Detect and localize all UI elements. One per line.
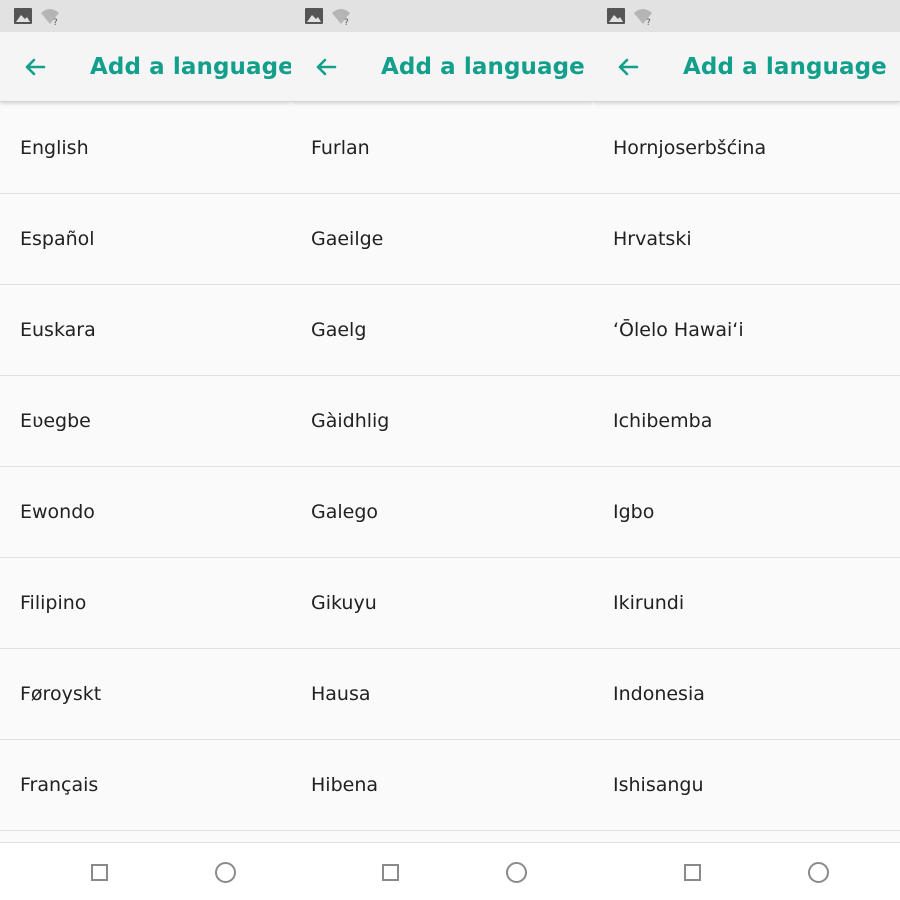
language-item[interactable]: Français bbox=[0, 740, 291, 831]
language-item[interactable]: Gàidhlig bbox=[291, 376, 593, 467]
language-item[interactable]: Igbo bbox=[593, 467, 900, 558]
image-icon bbox=[607, 8, 625, 24]
home-circle-icon[interactable] bbox=[506, 862, 527, 883]
language-label: Igbo bbox=[613, 501, 655, 523]
language-label: Gàidhlig bbox=[311, 410, 390, 432]
language-label: Gaelg bbox=[311, 319, 367, 341]
app-bar: Add a language bbox=[291, 32, 593, 102]
language-item[interactable]: Español bbox=[0, 194, 291, 285]
language-label: Hibena bbox=[311, 774, 379, 796]
home-circle-icon[interactable] bbox=[808, 862, 829, 883]
arrow-left-icon[interactable] bbox=[311, 52, 341, 82]
recents-square-icon[interactable] bbox=[91, 864, 108, 881]
language-label: English bbox=[20, 137, 89, 159]
navigation-bar bbox=[0, 842, 291, 900]
language-label: Ewondo bbox=[20, 501, 95, 523]
status-bar: ? bbox=[291, 0, 593, 32]
page-title: Add a language bbox=[683, 54, 887, 80]
language-label: Español bbox=[20, 228, 95, 250]
language-item[interactable]: Hrvatski bbox=[593, 194, 900, 285]
language-item[interactable]: Ichibemba bbox=[593, 376, 900, 467]
language-list: Hornjoserbšćina Hrvatski ʻŌlelo Hawaiʻi … bbox=[593, 103, 900, 831]
language-label: Ishisangu bbox=[613, 774, 704, 796]
language-label: Gaeilge bbox=[311, 228, 384, 250]
app-bar: Add a language bbox=[0, 32, 291, 102]
screen-panel-2: ? Add a language Furlan Gaeilge Gaelg Gà… bbox=[291, 0, 593, 900]
home-circle-icon[interactable] bbox=[215, 862, 236, 883]
language-item[interactable]: Euskara bbox=[0, 285, 291, 376]
language-label: ʻŌlelo Hawaiʻi bbox=[613, 319, 744, 341]
language-item[interactable]: Hibena bbox=[291, 740, 593, 831]
svg-text:?: ? bbox=[344, 18, 349, 26]
recents-square-icon[interactable] bbox=[684, 864, 701, 881]
page-title: Add a language bbox=[381, 54, 585, 80]
language-list: Furlan Gaeilge Gaelg Gàidhlig Galego Gik… bbox=[291, 103, 593, 831]
language-item[interactable]: English bbox=[0, 103, 291, 194]
status-bar: ? bbox=[0, 0, 291, 32]
language-label: Euskara bbox=[20, 319, 96, 341]
language-label: Hrvatski bbox=[613, 228, 692, 250]
language-item[interactable]: Ikirundi bbox=[593, 558, 900, 649]
language-label: Furlan bbox=[311, 137, 370, 159]
language-item[interactable]: Føroyskt bbox=[0, 649, 291, 740]
language-label: Français bbox=[20, 774, 99, 796]
language-item[interactable]: Eʋegbe bbox=[0, 376, 291, 467]
status-bar: ? bbox=[593, 0, 900, 32]
language-label: Indonesia bbox=[613, 683, 705, 705]
language-item[interactable]: Hornjoserbšćina bbox=[593, 103, 900, 194]
wifi-unknown-icon: ? bbox=[634, 9, 652, 26]
language-label: Hausa bbox=[311, 683, 371, 705]
language-list: English Español Euskara Eʋegbe Ewondo Fi… bbox=[0, 103, 291, 831]
language-label: Galego bbox=[311, 501, 379, 523]
wifi-unknown-icon: ? bbox=[41, 9, 59, 26]
language-item[interactable]: Ewondo bbox=[0, 467, 291, 558]
language-label: Filipino bbox=[20, 592, 87, 614]
language-item[interactable]: ʻŌlelo Hawaiʻi bbox=[593, 285, 900, 376]
language-item[interactable]: Gaelg bbox=[291, 285, 593, 376]
screen-panel-1: ? Add a language English Español Euskara… bbox=[0, 0, 291, 900]
language-label: Gikuyu bbox=[311, 592, 377, 614]
language-item[interactable]: Gaeilge bbox=[291, 194, 593, 285]
language-item[interactable]: Galego bbox=[291, 467, 593, 558]
language-label: Eʋegbe bbox=[20, 410, 91, 432]
language-label: Hornjoserbšćina bbox=[613, 137, 767, 159]
svg-text:?: ? bbox=[53, 18, 58, 26]
language-item[interactable]: Hausa bbox=[291, 649, 593, 740]
arrow-left-icon[interactable] bbox=[613, 52, 643, 82]
wifi-unknown-icon: ? bbox=[332, 9, 350, 26]
language-item[interactable]: Gikuyu bbox=[291, 558, 593, 649]
language-item[interactable]: Ishisangu bbox=[593, 740, 900, 831]
language-item[interactable]: Indonesia bbox=[593, 649, 900, 740]
recents-square-icon[interactable] bbox=[382, 864, 399, 881]
navigation-bar bbox=[593, 842, 900, 900]
image-icon bbox=[305, 8, 323, 24]
language-item[interactable]: Furlan bbox=[291, 103, 593, 194]
image-icon bbox=[14, 8, 32, 24]
language-label: Føroyskt bbox=[20, 683, 102, 705]
language-label: Ikirundi bbox=[613, 592, 685, 614]
svg-text:?: ? bbox=[646, 18, 651, 26]
screen-panel-3: ? Add a language Hornjoserbšćina Hrvatsk… bbox=[593, 0, 900, 900]
arrow-left-icon[interactable] bbox=[20, 52, 50, 82]
app-bar: Add a language bbox=[593, 32, 900, 102]
language-item[interactable]: Filipino bbox=[0, 558, 291, 649]
navigation-bar bbox=[291, 842, 593, 900]
page-title: Add a language bbox=[90, 54, 291, 80]
language-label: Ichibemba bbox=[613, 410, 713, 432]
